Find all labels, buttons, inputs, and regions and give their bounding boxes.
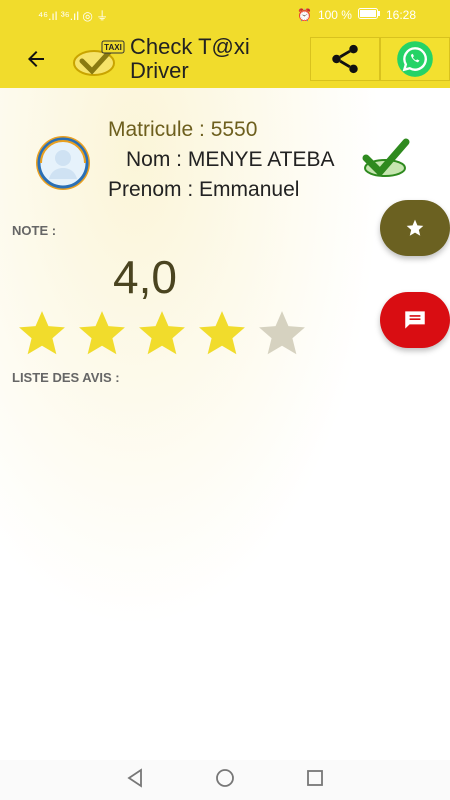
app-bar: TAXI Check T@xi Driver <box>0 30 450 88</box>
rate-button[interactable] <box>380 200 450 256</box>
driver-firstname: Prenom : Emmanuel <box>108 178 300 201</box>
reviews-label: LISTE DES AVIS : <box>12 370 120 385</box>
system-nav-bar <box>0 760 450 800</box>
star-filled-icon <box>76 308 128 358</box>
status-bar: ⁴⁶.ıl ³⁶.ıl ◎ ⏚ ⏰ 100 % 16:28 <box>0 0 450 30</box>
comment-button[interactable] <box>380 292 450 348</box>
whatsapp-button[interactable] <box>380 37 450 81</box>
rating-stars <box>16 308 308 358</box>
avatar <box>36 136 90 190</box>
share-button[interactable] <box>310 37 380 81</box>
status-signal-icons: ⁴⁶.ıl ³⁶.ıl ◎ ⏚ <box>38 7 108 24</box>
back-button[interactable] <box>20 43 52 75</box>
app-logo: TAXI <box>72 39 126 79</box>
battery-icon <box>357 8 380 22</box>
whatsapp-icon <box>397 41 433 77</box>
share-icon <box>332 44 358 74</box>
user-avatar-icon <box>37 137 89 189</box>
star-filled-icon <box>16 308 68 358</box>
driver-profile: Matricule : 5550 Nom : MENYE ATEBA Preno… <box>0 110 450 210</box>
circle-home-icon[interactable] <box>214 767 236 794</box>
battery-percent: 100 % <box>317 8 352 22</box>
app-bar-actions <box>310 37 450 81</box>
star-empty-icon <box>256 308 308 358</box>
message-icon <box>405 311 425 329</box>
note-label: NOTE : <box>12 223 57 238</box>
star-filled-icon <box>196 308 248 358</box>
driver-name: Nom : MENYE ATEBA <box>126 148 335 171</box>
square-recents-icon[interactable] <box>304 767 326 794</box>
triangle-back-icon[interactable] <box>124 767 146 794</box>
star-icon <box>406 219 424 236</box>
star-filled-icon <box>136 308 188 358</box>
alarm-icon: ⏰ <box>296 8 312 22</box>
clock: 16:28 <box>385 8 416 22</box>
page-title: Check T@xi Driver <box>130 34 250 83</box>
status-left-indicators: ⁴⁶.ıl ³⁶.ıl ◎ ⏚ <box>38 8 109 23</box>
matricule: Matricule : 5550 <box>108 118 258 141</box>
status-right: ⏰ 100 % 16:28 <box>297 8 416 22</box>
rating-value: 4,0 <box>113 251 177 303</box>
verified-check-icon <box>360 134 410 184</box>
logo-text: TAXI <box>104 43 122 52</box>
arrow-left-icon <box>28 51 44 67</box>
